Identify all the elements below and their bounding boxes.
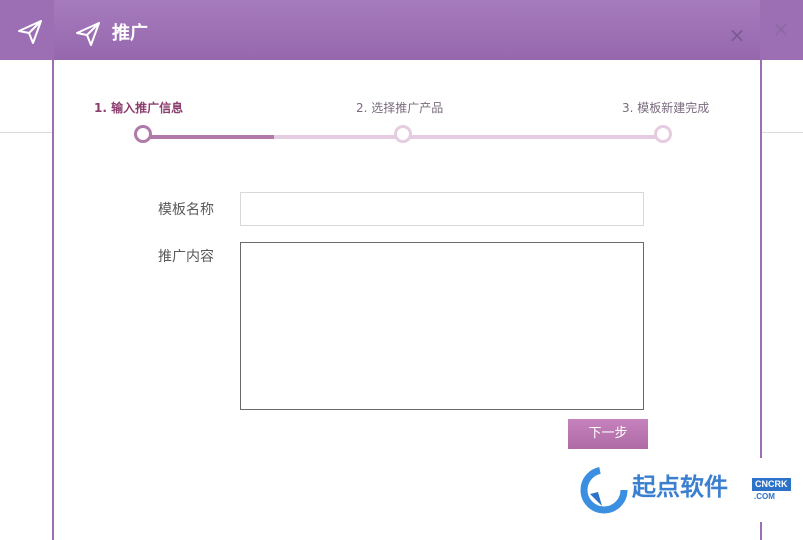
watermark-logo: 起点软件 CNCRK .COM [570,458,803,522]
send-icon [74,20,102,48]
content-label: 推广内容 [158,249,214,265]
logo-swirl-icon [580,466,628,514]
progress-track-complete [144,135,274,139]
close-button[interactable]: × [726,24,748,46]
watermark-text: 起点软件 [632,473,728,501]
template-name-label: 模板名称 [158,202,214,218]
dialog-titlebar: 推广 × [54,0,760,60]
content-textarea[interactable] [240,242,644,410]
background-close-button[interactable]: × [770,18,792,40]
progress-track-pending [274,135,664,139]
step-label-3: 3. 模板新建完成 [622,101,710,115]
step-label-1: 1. 输入推广信息 [94,101,184,115]
template-name-input[interactable] [240,192,644,226]
dialog-title: 推广 [112,23,148,44]
step-node-1 [134,125,152,143]
step-label-2: 2. 选择推广产品 [356,101,444,115]
send-icon [16,18,44,46]
step-node-2 [394,125,412,143]
watermark-domain: .COM [754,492,775,501]
watermark-badge: CNCRK [752,478,791,491]
step-node-3 [654,125,672,143]
next-step-button[interactable]: 下一步 [568,419,648,449]
